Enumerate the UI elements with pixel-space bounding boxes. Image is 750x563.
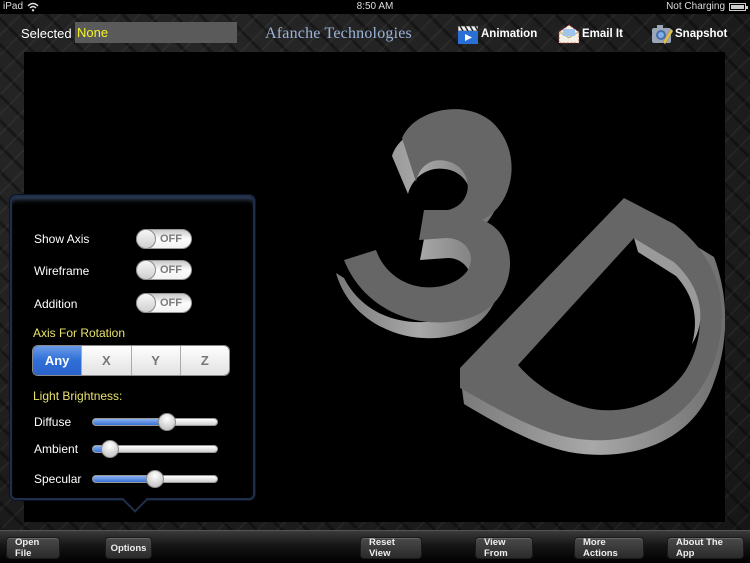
- toggle-state: OFF: [160, 297, 182, 309]
- wireframe-label: Wireframe: [34, 264, 90, 278]
- selected-value: None: [77, 25, 109, 40]
- toggle-knob: [136, 229, 156, 249]
- slider-thumb[interactable]: [158, 413, 177, 431]
- selected-field: None: [75, 22, 237, 43]
- toggle-state: OFF: [160, 233, 182, 245]
- specular-slider[interactable]: [92, 470, 218, 488]
- brand-title: Afanche Technologies: [265, 25, 412, 42]
- slider-fill: [93, 419, 168, 425]
- axis-rotation-segmented-control: Any X Y Z: [32, 345, 230, 376]
- email-button[interactable]: Email It: [558, 22, 623, 46]
- battery-status: Not Charging: [666, 1, 725, 12]
- axis-option-z[interactable]: Z: [179, 346, 229, 375]
- slider-thumb[interactable]: [101, 440, 120, 458]
- header: Selected None Afanche Technologies Anima…: [0, 14, 750, 52]
- ambient-label: Ambient: [34, 442, 79, 456]
- show-axis-toggle[interactable]: OFF: [136, 229, 192, 249]
- show-axis-label: Show Axis: [34, 232, 90, 246]
- camera-icon: [652, 25, 673, 45]
- more-actions-button[interactable]: More Actions: [574, 537, 644, 559]
- axis-rotation-heading: Axis For Rotation: [33, 326, 126, 340]
- selected-label: Selected: [21, 26, 72, 41]
- snapshot-label: Snapshot: [675, 28, 728, 40]
- animation-button[interactable]: Animation: [457, 22, 537, 46]
- options-popover: Show Axis OFF Wireframe OFF Addition OFF…: [10, 195, 255, 513]
- clock: 8:50 AM: [356, 1, 394, 12]
- addition-toggle[interactable]: OFF: [136, 293, 192, 313]
- slider-thumb[interactable]: [146, 470, 164, 488]
- envelope-icon: [558, 24, 580, 44]
- light-brightness-heading: Light Brightness:: [33, 389, 123, 403]
- axis-option-y[interactable]: Y: [130, 346, 180, 375]
- addition-label: Addition: [34, 297, 78, 311]
- axis-option-any[interactable]: Any: [33, 346, 82, 375]
- battery-icon: [729, 2, 748, 11]
- ambient-slider[interactable]: [92, 440, 218, 458]
- wireframe-toggle[interactable]: OFF: [136, 260, 192, 280]
- model-glyph-3: [336, 109, 512, 339]
- specular-label: Specular: [34, 472, 82, 486]
- reset-view-button[interactable]: Reset View: [360, 537, 422, 559]
- clapperboard-icon: [457, 25, 479, 44]
- diffuse-slider[interactable]: [92, 413, 218, 431]
- axis-option-x[interactable]: X: [81, 346, 131, 375]
- diffuse-label: Diffuse: [34, 415, 72, 429]
- toggle-state: OFF: [160, 264, 182, 276]
- status-bar: iPad 8:50 AM Not Charging: [0, 0, 750, 14]
- bottom-toolbar: Open File Options Reset View View From M…: [0, 530, 750, 563]
- animation-label: Animation: [481, 28, 538, 40]
- view-from-button[interactable]: View From: [475, 537, 533, 559]
- about-the-app-button[interactable]: About The App: [667, 537, 744, 559]
- email-label: Email It: [582, 28, 623, 40]
- options-button[interactable]: Options: [105, 537, 152, 559]
- toggle-knob: [136, 260, 156, 280]
- snapshot-button[interactable]: Snapshot: [651, 22, 727, 46]
- toggle-knob: [136, 293, 156, 313]
- open-file-button[interactable]: Open File: [6, 537, 60, 559]
